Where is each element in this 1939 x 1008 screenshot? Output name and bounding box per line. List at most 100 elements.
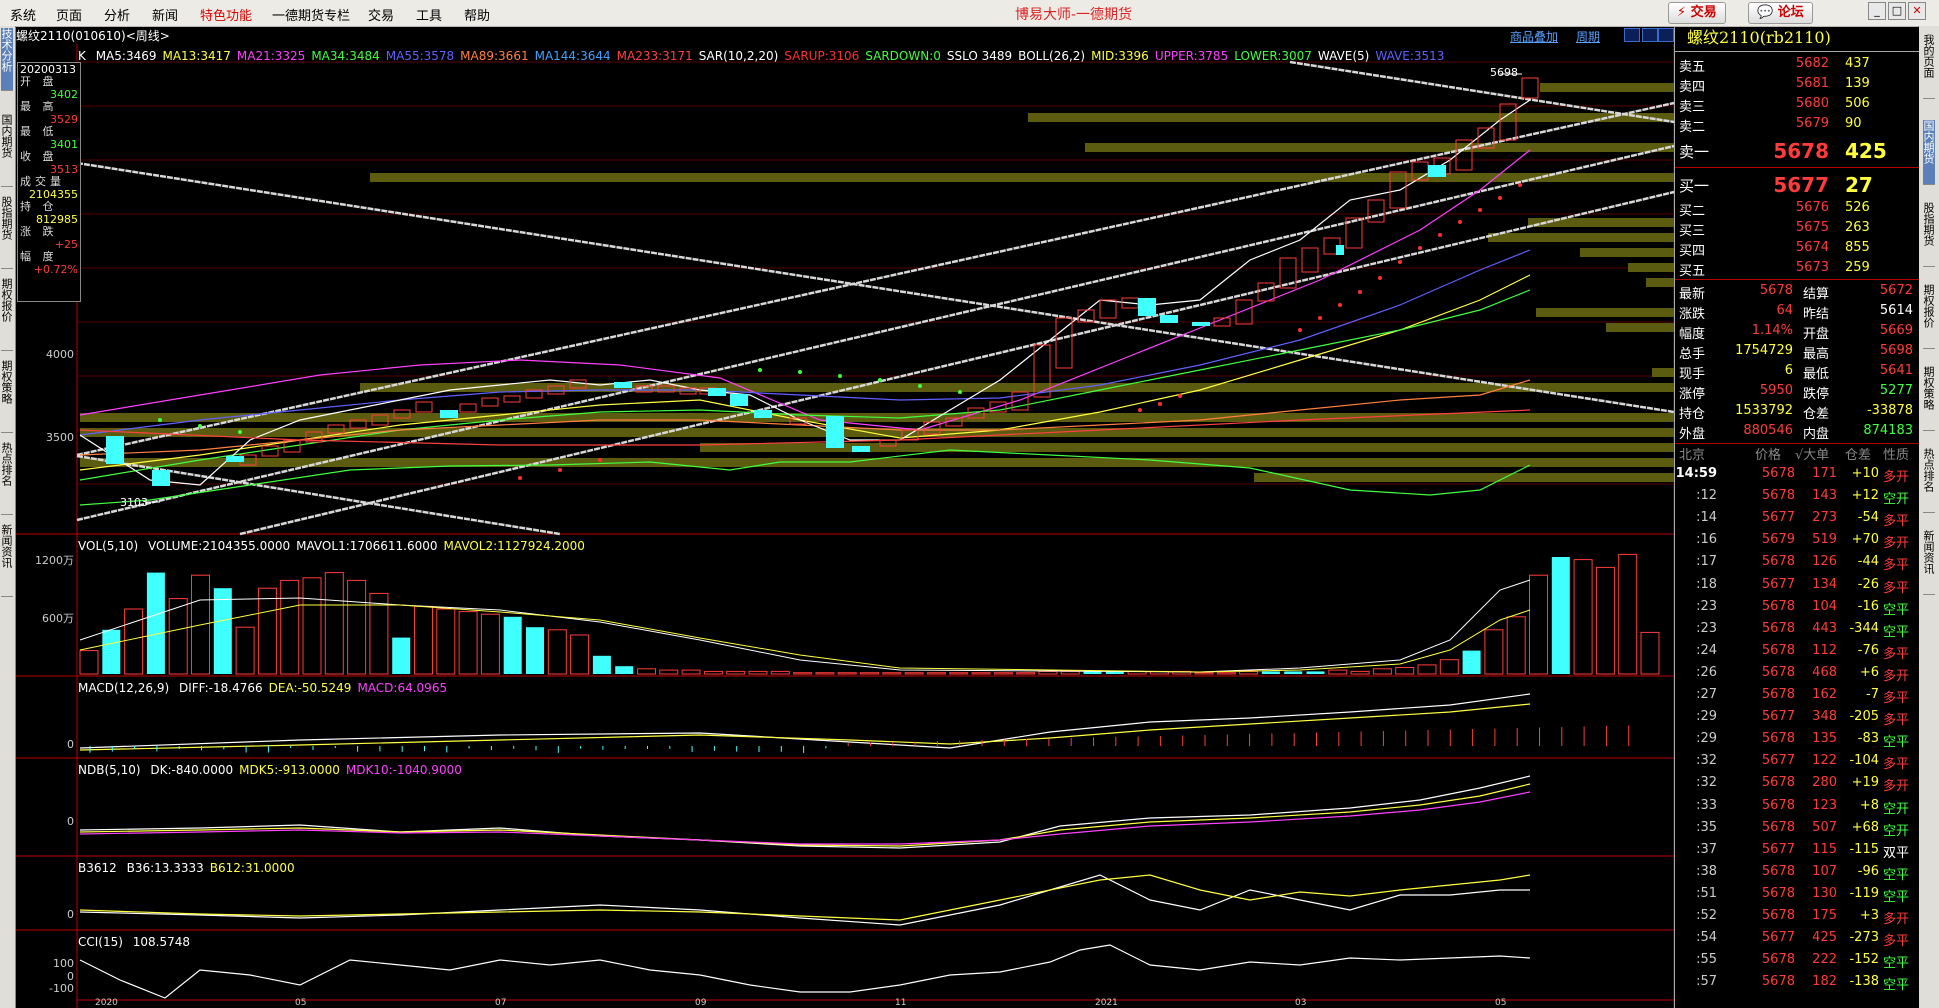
tick-nature: 空开 bbox=[1883, 798, 1917, 817]
tick-oi-diff: -152 bbox=[1837, 952, 1879, 967]
bid-row[interactable]: 买四 5674 855 bbox=[1675, 237, 1919, 257]
volume-bar bbox=[1440, 660, 1458, 674]
bid-row[interactable]: 买一 5677 27 bbox=[1675, 173, 1919, 193]
ask-price: 5678 bbox=[1755, 139, 1829, 163]
tick-row: :27 5678 162 -7 多平 bbox=[1675, 684, 1919, 706]
tick-time: :24 bbox=[1675, 643, 1717, 658]
stat-row: 最新 5678 结算 5672 bbox=[1675, 281, 1919, 301]
date-axis-label: 09 bbox=[695, 998, 706, 1008]
tick-price: 5678 bbox=[1735, 820, 1795, 835]
volume-bar bbox=[281, 580, 299, 674]
tick-price: 5677 bbox=[1735, 577, 1795, 592]
tick-oi-diff: -54 bbox=[1837, 510, 1879, 525]
ndb-value: DK:-840.0000 bbox=[150, 763, 233, 777]
ask-price: 5681 bbox=[1755, 76, 1829, 91]
tick-price: 5678 bbox=[1735, 643, 1795, 658]
ma-value: SARDOWN:0 bbox=[865, 49, 941, 63]
macd-value: DEA:-50.5249 bbox=[269, 681, 352, 695]
bid-price: 5673 bbox=[1755, 260, 1829, 275]
tick-nature: 空平 bbox=[1883, 731, 1917, 750]
tick-nature: 空平 bbox=[1883, 974, 1917, 993]
volume-bar bbox=[994, 673, 1012, 674]
stat-value: 5950 bbox=[1719, 383, 1793, 398]
tick-header: 北京 价格 √大单 仓差 性质 bbox=[1675, 444, 1919, 463]
volume-bar bbox=[727, 671, 745, 674]
tick-row: :17 5678 126 -44 多平 bbox=[1675, 551, 1919, 573]
tick-row: :35 5678 507 +68 空开 bbox=[1675, 817, 1919, 839]
tick-time: :33 bbox=[1675, 798, 1717, 813]
volume-bar bbox=[303, 578, 321, 674]
volume-bar bbox=[1485, 630, 1503, 674]
cci-label: CCI(15) bbox=[78, 935, 123, 949]
vol-axis-label: 600万 bbox=[34, 610, 74, 626]
volume-bar bbox=[1017, 673, 1035, 674]
tick-row: :32 5677 122 -104 多平 bbox=[1675, 750, 1919, 772]
tick-row: :23 5678 104 -16 空平 bbox=[1675, 596, 1919, 618]
ask-label: 卖一 bbox=[1679, 141, 1709, 162]
bid-price: 5674 bbox=[1755, 240, 1829, 255]
volume-bar bbox=[571, 635, 589, 674]
ndb-indicator-line: NDB(5,10) DK:-840.0000 MDK5:-913.0000 MDK1… bbox=[78, 763, 468, 777]
bid-vol: 263 bbox=[1845, 220, 1870, 235]
stat-value: 5698 bbox=[1839, 343, 1913, 358]
tick-volume: 519 bbox=[1795, 532, 1837, 547]
volume-bar bbox=[771, 671, 789, 674]
tick-time: :17 bbox=[1675, 554, 1717, 569]
volume-bar bbox=[1061, 671, 1079, 674]
tick-volume: 171 bbox=[1795, 466, 1837, 481]
stat-key: 涨跌 bbox=[1679, 303, 1719, 322]
volume-bar bbox=[1262, 671, 1280, 674]
ask-row[interactable]: 卖一 5678 425 bbox=[1675, 139, 1919, 159]
tick-oi-diff: -205 bbox=[1837, 709, 1879, 724]
volume-bar bbox=[1507, 617, 1525, 674]
bid-vol: 27 bbox=[1845, 173, 1873, 197]
tick-price: 5678 bbox=[1735, 621, 1795, 636]
tick-oi-diff: +6 bbox=[1837, 665, 1879, 680]
chart-canvas[interactable] bbox=[0, 0, 1939, 1008]
info-value: +0.72% bbox=[18, 263, 80, 276]
volume-bar bbox=[1240, 671, 1258, 674]
tick-price: 5677 bbox=[1735, 930, 1795, 945]
tick-row: :32 5678 280 +19 多开 bbox=[1675, 772, 1919, 794]
tick-nature: 空平 bbox=[1883, 621, 1917, 640]
bid-row[interactable]: 买五 5673 259 bbox=[1675, 257, 1919, 277]
info-key: 幅 度 bbox=[18, 251, 80, 263]
ask-vol: 90 bbox=[1845, 116, 1862, 131]
tick-row: :23 5678 443 -344 空平 bbox=[1675, 618, 1919, 640]
volume-bar bbox=[1641, 632, 1659, 674]
tick-time: :32 bbox=[1675, 775, 1717, 790]
tick-row: :12 5678 143 +12 空开 bbox=[1675, 485, 1919, 507]
tick-oi-diff: +68 bbox=[1837, 820, 1879, 835]
stat-key: 内盘 bbox=[1803, 423, 1843, 442]
macd-value: DIFF:-18.4766 bbox=[179, 681, 263, 695]
volume-bar bbox=[816, 673, 834, 674]
tick-row: :29 5678 135 -83 空平 bbox=[1675, 728, 1919, 750]
tick-row: :54 5677 425 -273 多平 bbox=[1675, 927, 1919, 949]
ask-row[interactable]: 卖五 5682 437 bbox=[1675, 53, 1919, 73]
ma-value: MA89:3661 bbox=[460, 49, 528, 63]
tick-volume: 104 bbox=[1795, 599, 1837, 614]
tick-volume: 468 bbox=[1795, 665, 1837, 680]
bid-row[interactable]: 买二 5676 526 bbox=[1675, 197, 1919, 217]
stat-value: 5672 bbox=[1839, 283, 1913, 298]
tick-price: 5679 bbox=[1735, 532, 1795, 547]
info-key: 收 盘 bbox=[18, 151, 80, 163]
volume-bar bbox=[1284, 671, 1302, 674]
cci-value: 108.5748 bbox=[133, 935, 190, 949]
macd-axis-label: 0 bbox=[34, 738, 74, 751]
ask-row[interactable]: 卖二 5679 90 bbox=[1675, 113, 1919, 133]
volume-bar bbox=[615, 666, 633, 674]
bid-row[interactable]: 买三 5675 263 bbox=[1675, 217, 1919, 237]
tick-time: :26 bbox=[1675, 665, 1717, 680]
tick-time: :54 bbox=[1675, 930, 1717, 945]
tick-volume: 443 bbox=[1795, 621, 1837, 636]
tick-time: 14:59 bbox=[1675, 466, 1717, 481]
tick-oi-diff: -83 bbox=[1837, 731, 1879, 746]
ask-row[interactable]: 卖三 5680 506 bbox=[1675, 93, 1919, 113]
volume-bar bbox=[972, 673, 990, 674]
macd-value: MACD:64.0965 bbox=[357, 681, 447, 695]
volume-bar bbox=[325, 573, 343, 674]
ask-row[interactable]: 卖四 5681 139 bbox=[1675, 73, 1919, 93]
stat-value: 874183 bbox=[1839, 423, 1913, 438]
tick-nature: 多平 bbox=[1883, 753, 1917, 772]
